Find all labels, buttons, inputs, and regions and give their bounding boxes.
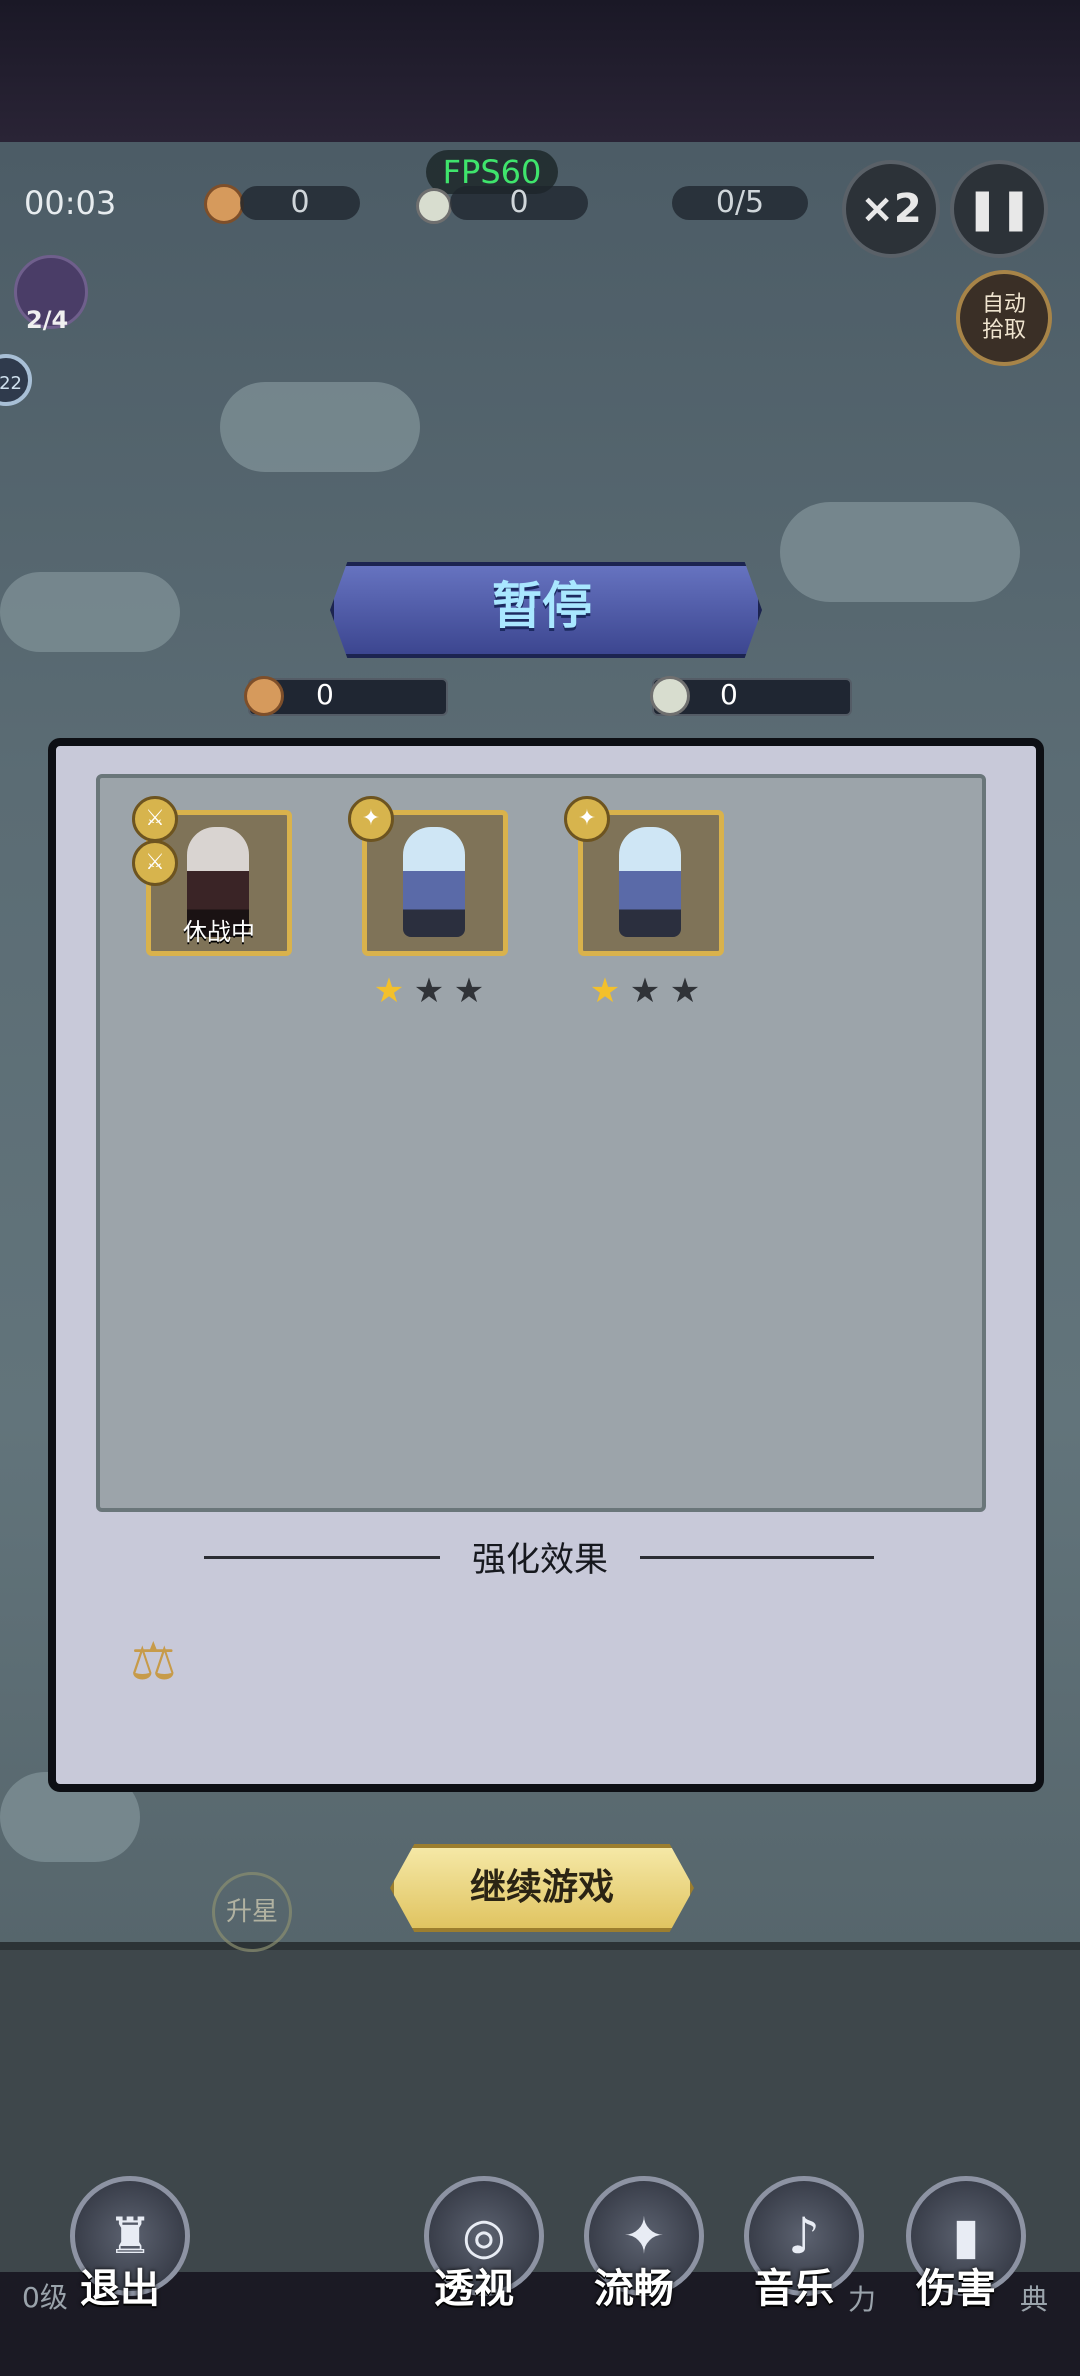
weapon-tag-icon: ⚔ xyxy=(132,840,178,886)
coin-icon xyxy=(244,676,284,716)
auto-pick-label-2: 拾取 xyxy=(981,318,1026,343)
cloud xyxy=(780,502,1020,602)
continue-game-button[interactable]: 继续游戏 xyxy=(390,1844,694,1932)
codex-text: 典 xyxy=(1020,2283,1049,2316)
auto-pick-label-1: 自动 xyxy=(981,292,1026,317)
pause-button[interactable]: ❚❚ xyxy=(950,160,1048,258)
star-icon: ★ xyxy=(669,971,701,1011)
upgrade-star-button[interactable]: 升星 xyxy=(212,1872,292,1952)
game-timer: 00:03 xyxy=(24,184,117,222)
enemy-wave-count: 2/4 xyxy=(26,306,69,334)
damage-label: 伤害 xyxy=(916,2266,996,2312)
pause-title: 暂停 xyxy=(492,577,592,635)
hero-portrait xyxy=(403,827,465,937)
boss-progress: 0/5 xyxy=(672,186,808,220)
cloud xyxy=(220,382,420,472)
star-icon: ★ xyxy=(629,971,661,1011)
class-tag-icon: ✦ xyxy=(348,796,394,842)
hero-portrait xyxy=(619,827,681,937)
skull-icon xyxy=(416,188,452,224)
music-label: 音乐 xyxy=(754,2266,834,2312)
smooth-label: 流畅 xyxy=(594,2266,674,2312)
class-tag-icon: ✦ xyxy=(564,796,610,842)
cloud xyxy=(0,572,180,652)
coin-counter: 0 xyxy=(240,186,360,220)
star-icon: ★ xyxy=(453,971,485,1011)
kill-counter: 0 xyxy=(450,186,588,220)
hero-status: 休战中 xyxy=(183,918,255,946)
balance-scale-icon[interactable]: ⚖ xyxy=(130,1632,190,1692)
star-icon: ★ xyxy=(413,971,445,1011)
exit-label: 退出 xyxy=(80,2266,160,2312)
star-icon: ★ xyxy=(589,971,621,1011)
pause-kill-value: 0 xyxy=(720,678,738,711)
top-status-strip xyxy=(0,0,1080,142)
level-text: 0级 xyxy=(22,2281,68,2314)
perspective-label: 透视 xyxy=(434,2266,514,2312)
pause-coin-value: 0 xyxy=(316,678,334,711)
star-icon: ★ xyxy=(373,971,405,1011)
skull-icon xyxy=(650,676,690,716)
coin-icon xyxy=(204,184,244,224)
weapon-tag-icon: ⚔ xyxy=(132,796,178,842)
auto-pick-button[interactable]: 自动 拾取 xyxy=(956,270,1052,366)
divider-right xyxy=(640,1556,874,1559)
speed-toggle-button[interactable]: ×2 xyxy=(842,160,940,258)
